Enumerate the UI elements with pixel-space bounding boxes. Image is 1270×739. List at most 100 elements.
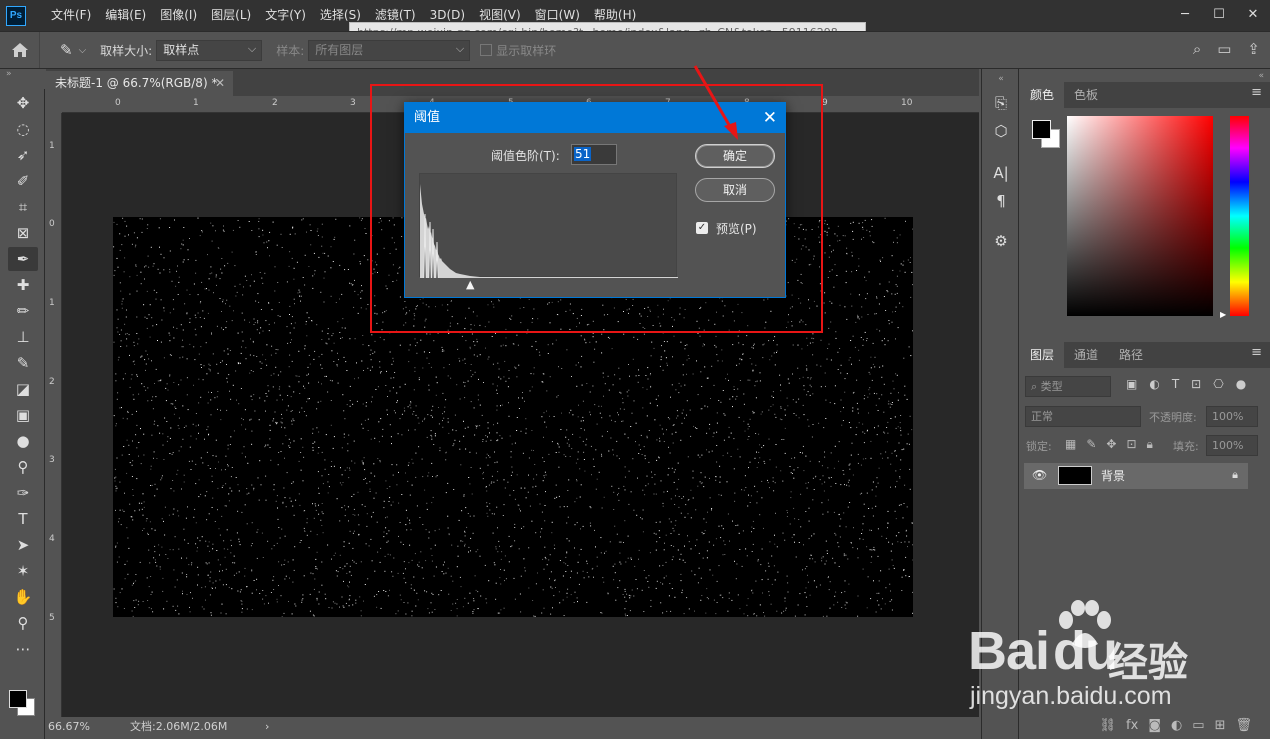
- zoom-level[interactable]: 66.67%: [48, 717, 90, 737]
- menu-image[interactable]: 图像(I): [153, 0, 204, 31]
- menu-file[interactable]: 文件(F): [44, 0, 98, 31]
- layer-filter-select[interactable]: ⌕ 类型: [1025, 376, 1111, 397]
- sample-size-select[interactable]: 取样点: [156, 39, 263, 61]
- status-arrow-icon[interactable]: ›: [265, 717, 269, 737]
- shape-filter-icon[interactable]: ⊡: [1191, 377, 1201, 391]
- color-panel-foreground[interactable]: [1032, 120, 1051, 139]
- character-icon[interactable]: A|: [982, 159, 1020, 187]
- ruler-tick: 10: [901, 98, 913, 108]
- paragraph-icon[interactable]: ¶: [982, 187, 1020, 215]
- lock-pixels-icon[interactable]: ▦: [1065, 437, 1076, 452]
- document-tab[interactable]: 未标题-1 @ 66.7%(RGB/8) * ✕: [46, 71, 233, 96]
- panel-menu-icon[interactable]: ≡: [1251, 85, 1262, 100]
- ruler-tick: 0: [49, 219, 55, 229]
- smart-object-filter-icon[interactable]: ⎔: [1213, 377, 1223, 391]
- 3d-icon[interactable]: ⬡: [982, 117, 1020, 145]
- close-tab-icon[interactable]: ✕: [215, 71, 225, 96]
- blend-mode-select[interactable]: 正常: [1025, 406, 1141, 427]
- sample-select[interactable]: 所有图层: [308, 39, 471, 61]
- home-button[interactable]: [0, 32, 40, 68]
- image-filter-icon[interactable]: ▣: [1126, 377, 1137, 391]
- history-icon[interactable]: ⎘: [982, 89, 1020, 117]
- show-ring-checkbox[interactable]: [480, 44, 493, 56]
- collapse-panels-icon[interactable]: «: [1258, 71, 1264, 81]
- opacity-input[interactable]: 100%: [1206, 406, 1258, 427]
- vertical-ruler: 1 0 1 2 3 4 5: [46, 113, 62, 717]
- adjustment-filter-icon[interactable]: ◐: [1149, 377, 1159, 391]
- close-window-icon[interactable]: ✕: [1236, 0, 1270, 28]
- new-group-icon[interactable]: ▭: [1192, 718, 1204, 733]
- fx-icon[interactable]: fx: [1126, 718, 1138, 733]
- visibility-eye-icon[interactable]: 👁︎: [1032, 468, 1047, 482]
- layer-filter-label: 类型: [1040, 380, 1063, 393]
- lock-position-icon[interactable]: ✥: [1106, 437, 1116, 452]
- menu-type[interactable]: 文字(Y): [258, 0, 313, 31]
- shape-tool-icon[interactable]: ✶: [8, 559, 38, 583]
- search-icon[interactable]: ⌕: [1193, 40, 1201, 58]
- tab-paths[interactable]: 路径: [1109, 342, 1153, 368]
- link-layers-icon[interactable]: ⛓: [1100, 718, 1117, 733]
- sample-label: 样本:: [276, 43, 305, 58]
- minimize-icon[interactable]: ─: [1168, 0, 1202, 28]
- sample-size-label: 取样大小:: [100, 43, 153, 58]
- lock-all-icon[interactable]: 🔒︎: [1147, 437, 1153, 452]
- maximize-icon[interactable]: ☐: [1202, 0, 1236, 28]
- move-tool-icon[interactable]: ✥: [8, 91, 38, 115]
- fill-input[interactable]: 100%: [1206, 435, 1258, 456]
- new-adjustment-icon[interactable]: ◐: [1171, 718, 1182, 733]
- collapse-icon[interactable]: «: [982, 69, 1020, 89]
- tab-swatches[interactable]: 色板: [1064, 82, 1108, 108]
- color-spectrum[interactable]: [1067, 116, 1213, 316]
- type-tool-icon[interactable]: T: [8, 507, 38, 531]
- history-brush-icon[interactable]: ✎: [8, 351, 38, 375]
- path-select-icon[interactable]: ➤: [8, 533, 38, 557]
- blur-tool-icon[interactable]: ●: [8, 429, 38, 453]
- menu-layer[interactable]: 图层(L): [204, 0, 258, 31]
- more-tools-icon[interactable]: ⋯: [8, 637, 38, 661]
- filter-toggle-icon[interactable]: ●: [1236, 377, 1246, 391]
- crop-tool-icon[interactable]: ⌗: [8, 195, 38, 219]
- hue-slider[interactable]: [1230, 116, 1249, 316]
- eyedropper-tool-icon[interactable]: ✎: [60, 41, 73, 59]
- chevron-down-icon[interactable]: ⌵: [79, 45, 87, 56]
- ruler-tick: 0: [115, 98, 121, 108]
- ruler-tick: 3: [350, 98, 356, 108]
- foreground-color-swatch[interactable]: [9, 690, 27, 708]
- tab-color[interactable]: 颜色: [1020, 82, 1065, 108]
- trash-icon[interactable]: 🗑︎: [1235, 718, 1252, 733]
- tab-layers[interactable]: 图层: [1020, 342, 1065, 368]
- marquee-tool-icon[interactable]: ◌: [8, 117, 38, 141]
- brush-tool-icon[interactable]: ✏: [8, 299, 38, 323]
- eraser-tool-icon[interactable]: ◪: [8, 377, 38, 401]
- lock-brush-icon[interactable]: ✎: [1086, 437, 1096, 452]
- type-filter-icon[interactable]: T: [1172, 377, 1179, 391]
- new-layer-icon[interactable]: ⊞: [1215, 718, 1226, 733]
- hand-tool-icon[interactable]: ✋: [8, 585, 38, 609]
- stamp-tool-icon[interactable]: ⊥: [8, 325, 38, 349]
- share-icon[interactable]: ⇪: [1247, 40, 1260, 58]
- ruler-tick: 2: [49, 377, 55, 387]
- zoom-tool-icon[interactable]: ⚲: [8, 611, 38, 635]
- workspace-icon[interactable]: ▭: [1217, 40, 1231, 58]
- lasso-tool-icon[interactable]: ➶: [8, 143, 38, 167]
- add-mask-icon[interactable]: ◙: [1148, 718, 1161, 733]
- lock-artboard-icon[interactable]: ⊡: [1126, 437, 1136, 452]
- healing-brush-icon[interactable]: ✚: [8, 273, 38, 297]
- gradient-tool-icon[interactable]: ▣: [8, 403, 38, 427]
- ruler-tick: 2: [272, 98, 278, 108]
- pen-tool-icon[interactable]: ✑: [8, 481, 38, 505]
- quick-select-tool-icon[interactable]: ✐: [8, 169, 38, 193]
- layer-row[interactable]: 👁︎ 背景 🔒︎: [1024, 463, 1248, 489]
- hue-slider-handle[interactable]: ▶: [1220, 310, 1226, 319]
- layers-panel-menu-icon[interactable]: ≡: [1251, 345, 1262, 360]
- dodge-tool-icon[interactable]: ⚲: [8, 455, 38, 479]
- eyedropper-icon[interactable]: ✒: [8, 247, 38, 271]
- tab-channels[interactable]: 通道: [1064, 342, 1108, 368]
- search-icon: ⌕: [1031, 380, 1041, 393]
- layer-name: 背景: [1101, 469, 1126, 483]
- status-bar: 66.67% 文档:2.06M/2.06M ›: [46, 717, 979, 739]
- adjustments-icon[interactable]: ⚙: [982, 227, 1020, 255]
- toolbar-collapse-icon[interactable]: »: [0, 69, 45, 89]
- menu-edit[interactable]: 编辑(E): [98, 0, 153, 31]
- frame-tool-icon[interactable]: ⊠: [8, 221, 38, 245]
